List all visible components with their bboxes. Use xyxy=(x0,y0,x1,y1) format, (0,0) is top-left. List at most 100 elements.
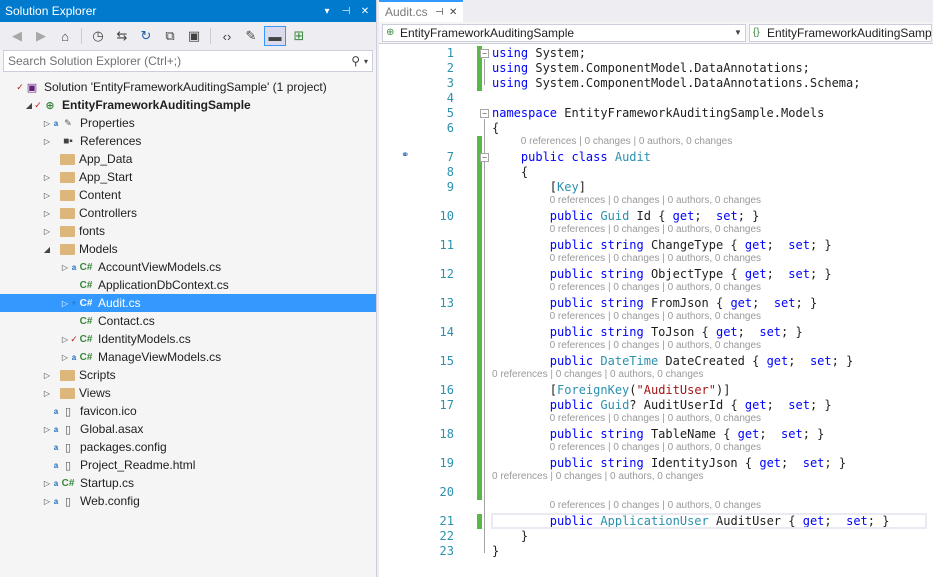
pin-icon[interactable]: ⊣ xyxy=(435,7,449,18)
code-line[interactable]: 22 } xyxy=(379,529,933,544)
tree-item[interactable]: ▷ Content xyxy=(0,186,376,204)
code-line[interactable]: 8 { xyxy=(379,165,933,180)
search-input[interactable] xyxy=(8,54,348,68)
code-line[interactable]: 15 public DateTime DateCreated { get; se… xyxy=(379,354,933,369)
history-icon[interactable]: ◷ xyxy=(87,26,109,46)
home-icon[interactable]: ⌂ xyxy=(54,26,76,46)
refresh-icon[interactable]: ↻ xyxy=(135,26,157,46)
codelens-info[interactable]: 0 references | 0 changes | 0 authors, 0 … xyxy=(379,195,933,208)
tree-item[interactable]: ▷ a C# AccountViewModels.cs xyxy=(0,258,376,276)
tree-item[interactable]: ▷ fonts xyxy=(0,222,376,240)
code-line[interactable]: 1 using System; xyxy=(379,46,933,61)
tree-item[interactable]: ◢ ✓ ⊕ EntityFrameworkAuditingSample xyxy=(0,96,376,114)
collapse-region-icon[interactable]: − xyxy=(480,109,489,118)
search-options-icon[interactable]: ▾ xyxy=(364,57,368,66)
code-line[interactable]: 19 public string IdentityJson { get; set… xyxy=(379,456,933,471)
collapse-region-icon[interactable]: − xyxy=(480,49,489,58)
close-icon[interactable]: ✕ xyxy=(449,7,463,18)
type-dropdown[interactable]: {} EntityFrameworkAuditingSample xyxy=(749,23,932,42)
code-area[interactable]: 1 using System; 2 using System.ComponentMod… xyxy=(379,46,933,577)
tree-item[interactable]: ▷ Views xyxy=(0,384,376,402)
close-icon[interactable]: ✕ xyxy=(357,6,373,17)
tree-item[interactable]: C# Contact.cs xyxy=(0,312,376,330)
codelens-info[interactable]: 0 references | 0 changes | 0 authors, 0 … xyxy=(379,136,933,149)
tree-item[interactable]: ▷ a ✎ Properties xyxy=(0,114,376,132)
code-line[interactable]: 7 public class Audit xyxy=(379,150,933,165)
tree-item[interactable]: ▷ + C# Audit.cs xyxy=(0,294,376,312)
code-line[interactable]: 12 public string ObjectType { get; set; … xyxy=(379,267,933,282)
code-line[interactable]: 2 using System.ComponentModel.DataAnnotat… xyxy=(379,61,933,76)
codelens-info[interactable]: 0 references | 0 changes | 0 authors, 0 … xyxy=(379,442,933,455)
project-dropdown[interactable]: ⊕ EntityFrameworkAuditingSample ▼ xyxy=(382,23,746,42)
tree-item[interactable]: a ▯ packages.config xyxy=(0,438,376,456)
expand-arrow-icon[interactable]: ▷ xyxy=(42,227,52,236)
codelens-info[interactable]: 0 references | 0 changes | 0 authors, 0 … xyxy=(379,311,933,324)
code-line[interactable]: 20 xyxy=(379,485,933,500)
expand-arrow-icon[interactable]: ▷ xyxy=(42,191,52,200)
expanded-arrow-icon[interactable]: ◢ xyxy=(42,245,52,254)
expand-arrow-icon[interactable]: ▷ xyxy=(42,425,52,434)
code-line[interactable]: 10 public Guid Id { get; set; } xyxy=(379,209,933,224)
expand-arrow-icon[interactable]: ▷ xyxy=(60,335,70,344)
code-line[interactable]: 3 using System.ComponentModel.DataAnnotat… xyxy=(379,76,933,91)
expanded-arrow-icon[interactable]: ◢ xyxy=(24,101,34,110)
expand-arrow-icon[interactable]: ▷ xyxy=(60,263,70,272)
tree-item[interactable]: ▷ Controllers xyxy=(0,204,376,222)
vertical-scrollbar[interactable] xyxy=(929,46,933,577)
code-line[interactable]: 11 public string ChangeType { get; set; … xyxy=(379,238,933,253)
code-line[interactable]: 5 namespace EntityFrameworkAuditingSample… xyxy=(379,106,933,121)
code-line[interactable]: 4 xyxy=(379,91,933,106)
tree-item[interactable]: ✓ ▣ Solution 'EntityFrameworkAuditingSampl… xyxy=(0,78,376,96)
expand-arrow-icon[interactable]: ▷ xyxy=(42,371,52,380)
back-icon[interactable]: ◀ xyxy=(6,26,28,46)
tree-item[interactable]: ◢ Models xyxy=(0,240,376,258)
show-all-files-icon[interactable]: ▣ xyxy=(183,26,205,46)
code-line[interactable]: 14 public string ToJson { get; set; } xyxy=(379,325,933,340)
tree-item[interactable]: ▷ Scripts xyxy=(0,366,376,384)
tree-item[interactable]: ▷ a ▯ Global.asax xyxy=(0,420,376,438)
collapse-all-icon[interactable]: ⧉ xyxy=(159,26,181,46)
dropdown-icon[interactable]: ▾ xyxy=(319,6,335,17)
tree-item[interactable]: a ▯ Project_Readme.html xyxy=(0,456,376,474)
tree-item[interactable]: a ▯ favicon.ico xyxy=(0,402,376,420)
expand-arrow-icon[interactable]: ▷ xyxy=(42,479,52,488)
tree-item[interactable]: ▷ a C# Startup.cs xyxy=(0,474,376,492)
codelens-info[interactable]: 0 references | 0 changes | 0 authors, 0 … xyxy=(379,413,933,426)
code-line[interactable]: 18 public string TableName { get; set; } xyxy=(379,427,933,442)
codelens-info[interactable]: 0 references | 0 changes | 0 authors, 0 … xyxy=(379,282,933,295)
code-line[interactable]: 13 public string FromJson { get; set; } xyxy=(379,296,933,311)
tree-item[interactable]: C# ApplicationDbContext.cs xyxy=(0,276,376,294)
forward-icon[interactable]: ▶ xyxy=(30,26,52,46)
expand-arrow-icon[interactable]: ▷ xyxy=(42,497,52,506)
tree-item[interactable]: ▷ ■▪ References xyxy=(0,132,376,150)
tree-item[interactable]: ▷ ✓ C# IdentityModels.cs xyxy=(0,330,376,348)
code-line[interactable]: 23} xyxy=(379,544,933,559)
code-line[interactable]: 6{ xyxy=(379,121,933,136)
tree-item[interactable]: App_Data xyxy=(0,150,376,168)
code-line[interactable]: 16 [ForeignKey("AuditUser")] xyxy=(379,383,933,398)
expand-arrow-icon[interactable]: ▷ xyxy=(42,389,52,398)
codelens-info[interactable]: 0 references | 0 changes | 0 authors, 0 … xyxy=(379,224,933,237)
codelens-info[interactable]: 0 references | 0 changes | 0 authors, 0 … xyxy=(379,500,933,513)
class-diagram-icon[interactable]: ⊞ xyxy=(288,26,310,46)
view-code-icon[interactable]: ‹› xyxy=(216,26,238,46)
expand-arrow-icon[interactable]: ▷ xyxy=(42,137,52,146)
tab-audit-cs[interactable]: Audit.cs ⊣ ✕ xyxy=(379,0,463,22)
codelens-info[interactable]: 0 references | 0 changes | 0 authors, 0 … xyxy=(379,369,933,382)
collapse-region-icon[interactable]: − xyxy=(480,153,489,162)
expand-arrow-icon[interactable]: ▷ xyxy=(60,299,70,308)
expand-arrow-icon[interactable]: ▷ xyxy=(60,353,70,362)
expand-arrow-icon[interactable]: ▷ xyxy=(42,119,52,128)
pin-icon[interactable]: ⊣ xyxy=(338,6,354,17)
search-box[interactable]: ⚲ ▾ xyxy=(3,50,373,72)
codelens-info[interactable]: 0 references | 0 changes | 0 authors, 0 … xyxy=(379,253,933,266)
sync-icon[interactable]: ⇆ xyxy=(111,26,133,46)
tree-item[interactable]: ▷ a ▯ Web.config xyxy=(0,492,376,510)
code-line[interactable]: 17 public Guid? AuditUserId { get; set; … xyxy=(379,398,933,413)
search-icon[interactable]: ⚲ xyxy=(351,54,360,68)
codelens-info[interactable]: 0 references | 0 changes | 0 authors, 0 … xyxy=(379,471,933,484)
properties-icon[interactable]: ✎ xyxy=(240,26,262,46)
tree-item[interactable]: ▷ App_Start xyxy=(0,168,376,186)
class-diagram-marker-icon[interactable]: ⚭ xyxy=(401,150,409,161)
preview-icon[interactable]: ▬ xyxy=(264,26,286,46)
